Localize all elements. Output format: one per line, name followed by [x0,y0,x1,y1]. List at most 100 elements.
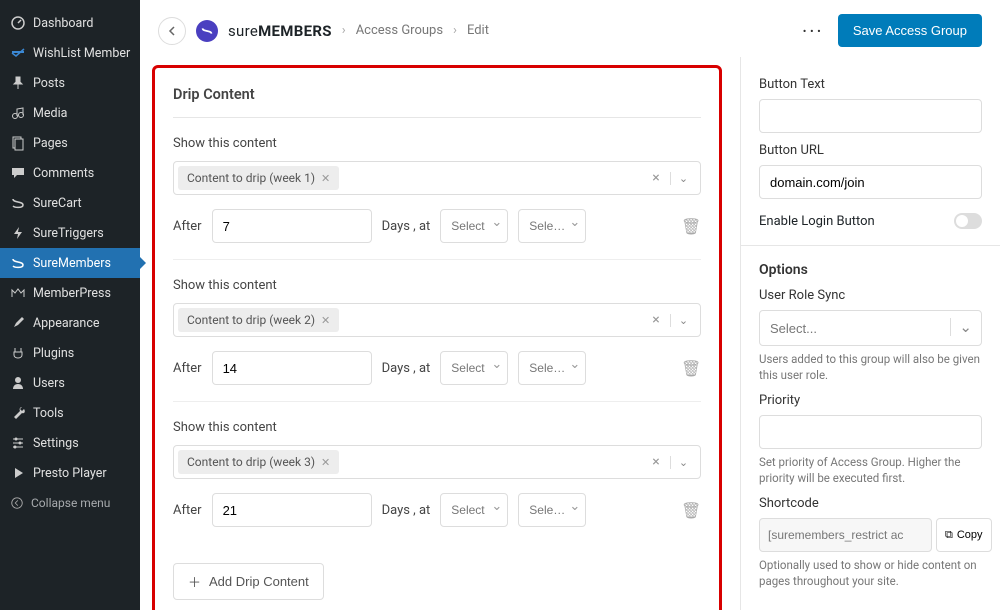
after-label: After [173,503,202,518]
breadcrumb-current: Edit [467,23,489,38]
unit-text: Days , at [382,503,431,518]
sidebar-item-surecart[interactable]: SureCart [0,188,140,218]
logo-badge [196,20,218,42]
help-text: Set priority of Access Group. Higher the… [759,454,982,486]
remove-tag-icon[interactable]: ✕ [321,172,330,185]
sidebar-item-label: Comments [33,166,94,181]
remove-tag-icon[interactable]: ✕ [321,456,330,469]
content-selector[interactable]: Content to drip (week 2) ✕ × ⌄ [173,303,701,337]
chevron-down-icon[interactable]: ⌄ [670,172,696,185]
sidebar-item-label: Presto Player [33,466,107,481]
brush-icon [10,315,26,331]
field-label: Show this content [173,278,701,293]
collapse-icon [10,496,24,510]
hour-select[interactable]: Select … [440,209,508,243]
panel-title: Drip Content [173,68,701,118]
toggle-label: Enable Login Button [759,214,875,229]
help-text: Optionally used to show or hide content … [759,557,982,589]
hour-select[interactable]: Select … [440,351,508,385]
sidebar-item-tools[interactable]: Tools [0,398,140,428]
sidebar-item-memberpress[interactable]: MemberPress [0,278,140,308]
drip-block: Show this content Content to drip (week … [173,402,701,543]
after-label: After [173,219,202,234]
sidebar-item-label: Media [33,106,67,121]
sidebar-item-suretriggers[interactable]: SureTriggers [0,218,140,248]
sidebar-item-label: Pages [33,136,68,151]
chevron-down-icon[interactable]: ⌄ [670,314,696,327]
field-label: Shortcode [759,496,982,511]
sidebar-item-plugins[interactable]: Plugins [0,338,140,368]
drip-block: Show this content Content to drip (week … [173,260,701,402]
sliders-icon [10,435,26,451]
after-label: After [173,361,202,376]
sidebar-item-wishlist[interactable]: WishList Member [0,38,140,68]
field-label: Button URL [759,143,982,158]
content-tag: Content to drip (week 3) ✕ [178,450,339,474]
days-input[interactable] [212,351,372,385]
play-icon [10,465,26,481]
content-tag: Content to drip (week 1) ✕ [178,166,339,190]
sidebar-item-dashboard[interactable]: Dashboard [0,8,140,38]
breadcrumb[interactable]: Access Groups [356,23,443,38]
hour-select[interactable]: Select … [440,493,508,527]
plus-icon: ＋ [188,572,201,591]
button-text-input[interactable] [759,99,982,133]
sidebar-item-label: Appearance [33,316,100,331]
tag-label: Content to drip (week 2) [187,313,315,327]
content-selector[interactable]: Content to drip (week 3) ✕ × ⌄ [173,445,701,479]
minute-select[interactable]: Sele… [518,351,586,385]
add-drip-button[interactable]: ＋ Add Drip Content [173,563,324,600]
days-input[interactable] [212,493,372,527]
delete-block-icon[interactable]: 🗑 [681,501,701,520]
content-tag: Content to drip (week 2) ✕ [178,308,339,332]
copy-button[interactable]: ⧉ Copy [936,518,992,552]
field-label: Priority [759,393,982,408]
clear-all-icon[interactable]: × [642,312,670,328]
clear-all-icon[interactable]: × [642,170,670,186]
sidebar-item-label: SureTriggers [33,226,104,241]
dashboard-icon [10,15,26,31]
sidebar-item-pages[interactable]: Pages [0,128,140,158]
days-input[interactable] [212,209,372,243]
delete-block-icon[interactable]: 🗑 [681,359,701,378]
sidebar-item-label: Dashboard [33,16,93,31]
sidebar-item-label: Plugins [33,346,74,361]
more-options-button[interactable]: ··· [798,16,828,46]
surecart-icon [10,195,26,211]
save-button[interactable]: Save Access Group [838,14,982,47]
sidebar-item-label: SureMembers [33,256,111,271]
section-title: Options [759,262,982,278]
sidebar-item-settings[interactable]: Settings [0,428,140,458]
minute-select[interactable]: Sele… [518,493,586,527]
delete-block-icon[interactable]: 🗑 [681,217,701,236]
chevron-right-icon: › [453,23,457,38]
enable-login-toggle[interactable] [954,213,982,229]
tag-label: Content to drip (week 3) [187,455,315,469]
bolt-icon [10,225,26,241]
content-selector[interactable]: Content to drip (week 1) ✕ × ⌄ [173,161,701,195]
priority-input[interactable] [759,415,982,449]
sidebar-item-comments[interactable]: Comments [0,158,140,188]
button-url-input[interactable] [759,165,982,199]
drip-content-panel: Drip Content Show this content Content t… [152,65,722,610]
minute-select[interactable]: Sele… [518,209,586,243]
arrow-left-icon [166,25,178,37]
sidebar-item-media[interactable]: Media [0,98,140,128]
pin-icon [10,75,26,91]
unit-text: Days , at [382,361,431,376]
sidebar-item-appearance[interactable]: Appearance [0,308,140,338]
back-button[interactable] [158,17,186,45]
wrench-icon [10,405,26,421]
sidebar-item-suremembers[interactable]: SureMembers [0,248,140,278]
clear-all-icon[interactable]: × [642,454,670,470]
user-role-select[interactable]: Select... [759,310,982,346]
shortcode-input[interactable] [759,518,932,552]
sidebar-item-users[interactable]: Users [0,368,140,398]
wishlist-icon [10,45,26,61]
chevron-right-icon: › [342,23,346,38]
remove-tag-icon[interactable]: ✕ [321,314,330,327]
collapse-menu[interactable]: Collapse menu [0,488,140,518]
sidebar-item-presto[interactable]: Presto Player [0,458,140,488]
chevron-down-icon[interactable]: ⌄ [670,456,696,469]
sidebar-item-posts[interactable]: Posts [0,68,140,98]
